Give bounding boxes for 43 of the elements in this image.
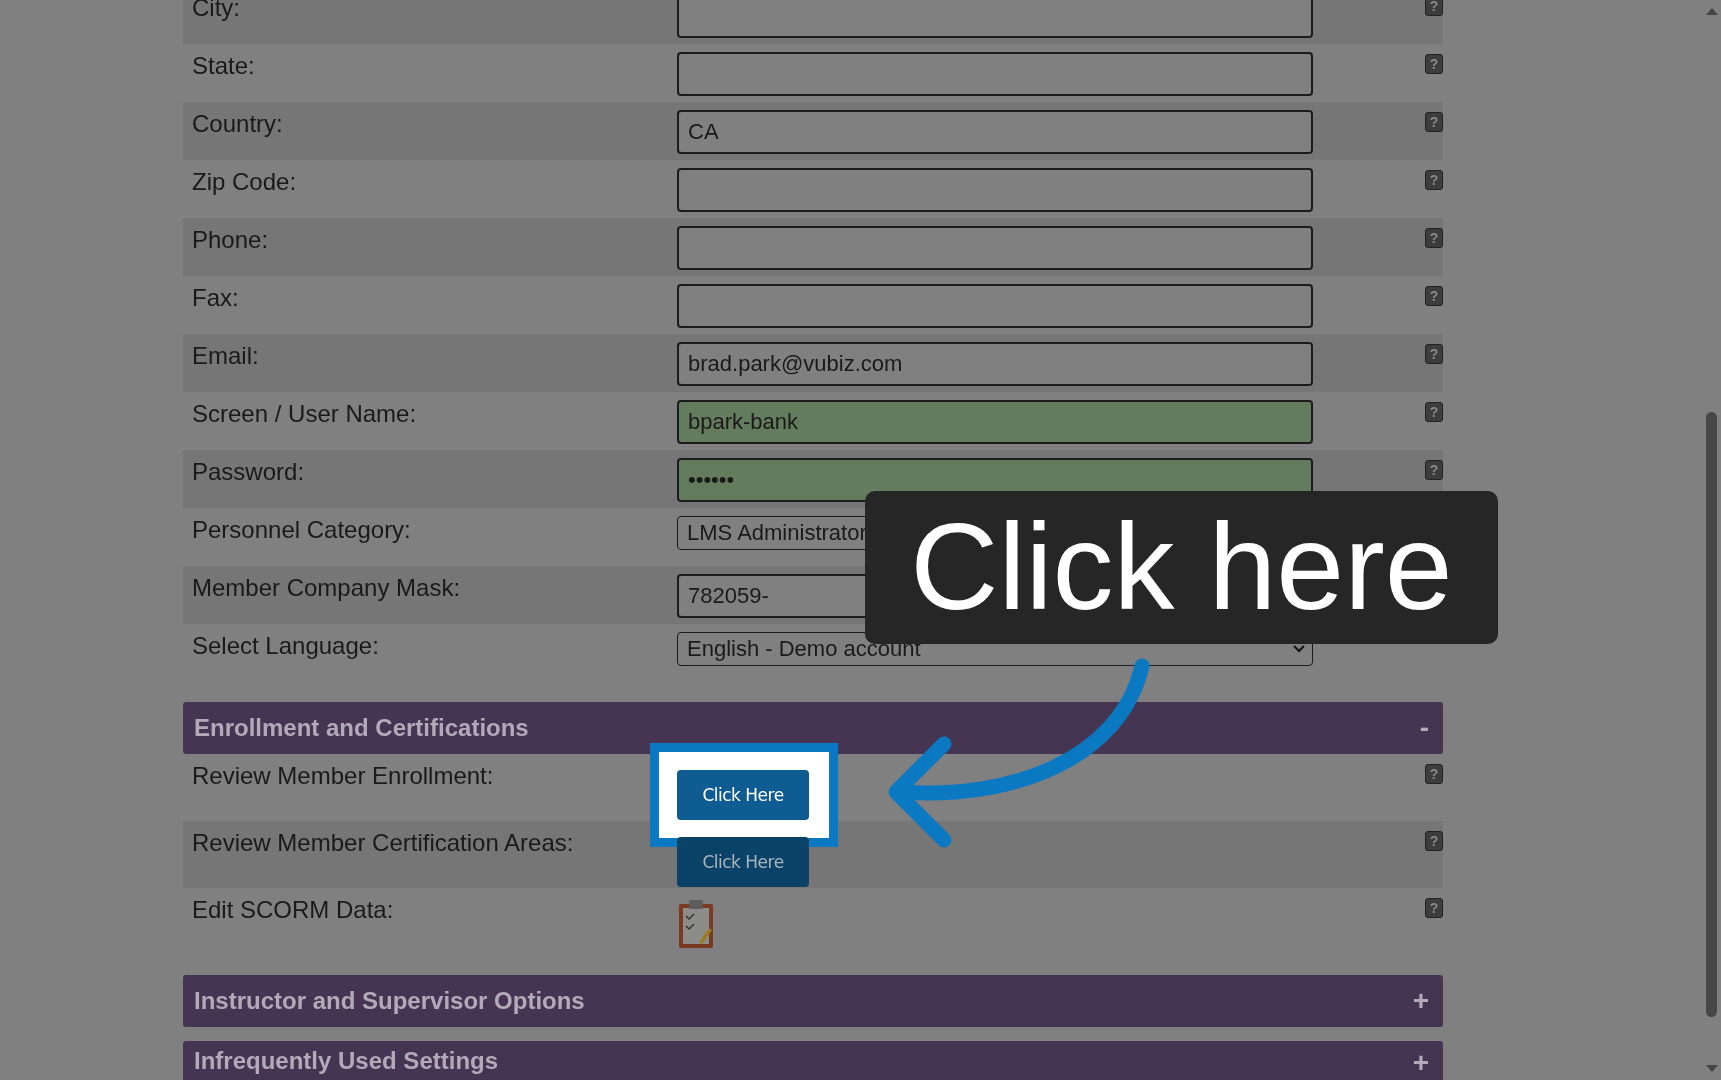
- text-field[interactable]: brad.park@vubiz.com: [677, 342, 1313, 386]
- help-icon[interactable]: ?: [1425, 170, 1443, 190]
- field-label: Personnel Category:: [191, 515, 412, 544]
- help-icon[interactable]: ?: [1425, 54, 1443, 74]
- field-label: Member Company Mask:: [191, 573, 462, 602]
- section-header[interactable]: Instructor and Supervisor Options +: [183, 975, 1443, 1027]
- click-here-button[interactable]: Click Here: [677, 770, 809, 820]
- field-label: Review Member Enrollment:: [191, 761, 495, 790]
- help-icon[interactable]: ?: [1425, 344, 1443, 364]
- scroll-thumb[interactable]: [1706, 412, 1717, 1017]
- field-label: Password:: [191, 457, 306, 486]
- text-field[interactable]: [677, 52, 1313, 96]
- help-icon[interactable]: ?: [1425, 402, 1443, 422]
- click-here-button[interactable]: Click Here: [677, 837, 809, 887]
- help-icon[interactable]: ?: [1425, 0, 1443, 16]
- field-label: Phone:: [191, 225, 270, 254]
- scroll-down-icon[interactable]: [1705, 1064, 1719, 1074]
- field-label: Country:: [191, 109, 284, 138]
- help-icon[interactable]: ?: [1425, 764, 1443, 784]
- help-icon[interactable]: ?: [1425, 898, 1443, 918]
- field-label: Fax:: [191, 283, 240, 312]
- text-field[interactable]: [677, 226, 1313, 270]
- text-field[interactable]: [677, 284, 1313, 328]
- text-field[interactable]: bpark-bank: [677, 400, 1313, 444]
- text-field[interactable]: CA: [677, 110, 1313, 154]
- field-label: Screen / User Name:: [191, 399, 418, 428]
- help-icon[interactable]: ?: [1425, 460, 1443, 480]
- field-label: Email:: [191, 341, 260, 370]
- section-header[interactable]: Infrequently Used Settings +: [183, 1041, 1443, 1080]
- field-label: Select Language:: [191, 631, 380, 660]
- field-label: Zip Code:: [191, 167, 298, 196]
- scroll-up-icon[interactable]: [1705, 6, 1719, 16]
- field-label: State:: [191, 51, 256, 80]
- help-icon[interactable]: ?: [1425, 112, 1443, 132]
- help-icon[interactable]: ?: [1425, 228, 1443, 248]
- text-field[interactable]: [677, 0, 1313, 38]
- section-header[interactable]: Enrollment and Certifications -: [183, 702, 1443, 754]
- field-label: Review Member Certification Areas:: [191, 828, 575, 857]
- help-icon[interactable]: ?: [1425, 286, 1443, 306]
- field-label: Edit SCORM Data:: [191, 895, 395, 924]
- help-icon[interactable]: ?: [1425, 831, 1443, 851]
- text-field[interactable]: [677, 168, 1313, 212]
- callout-tooltip: Click here: [865, 491, 1498, 644]
